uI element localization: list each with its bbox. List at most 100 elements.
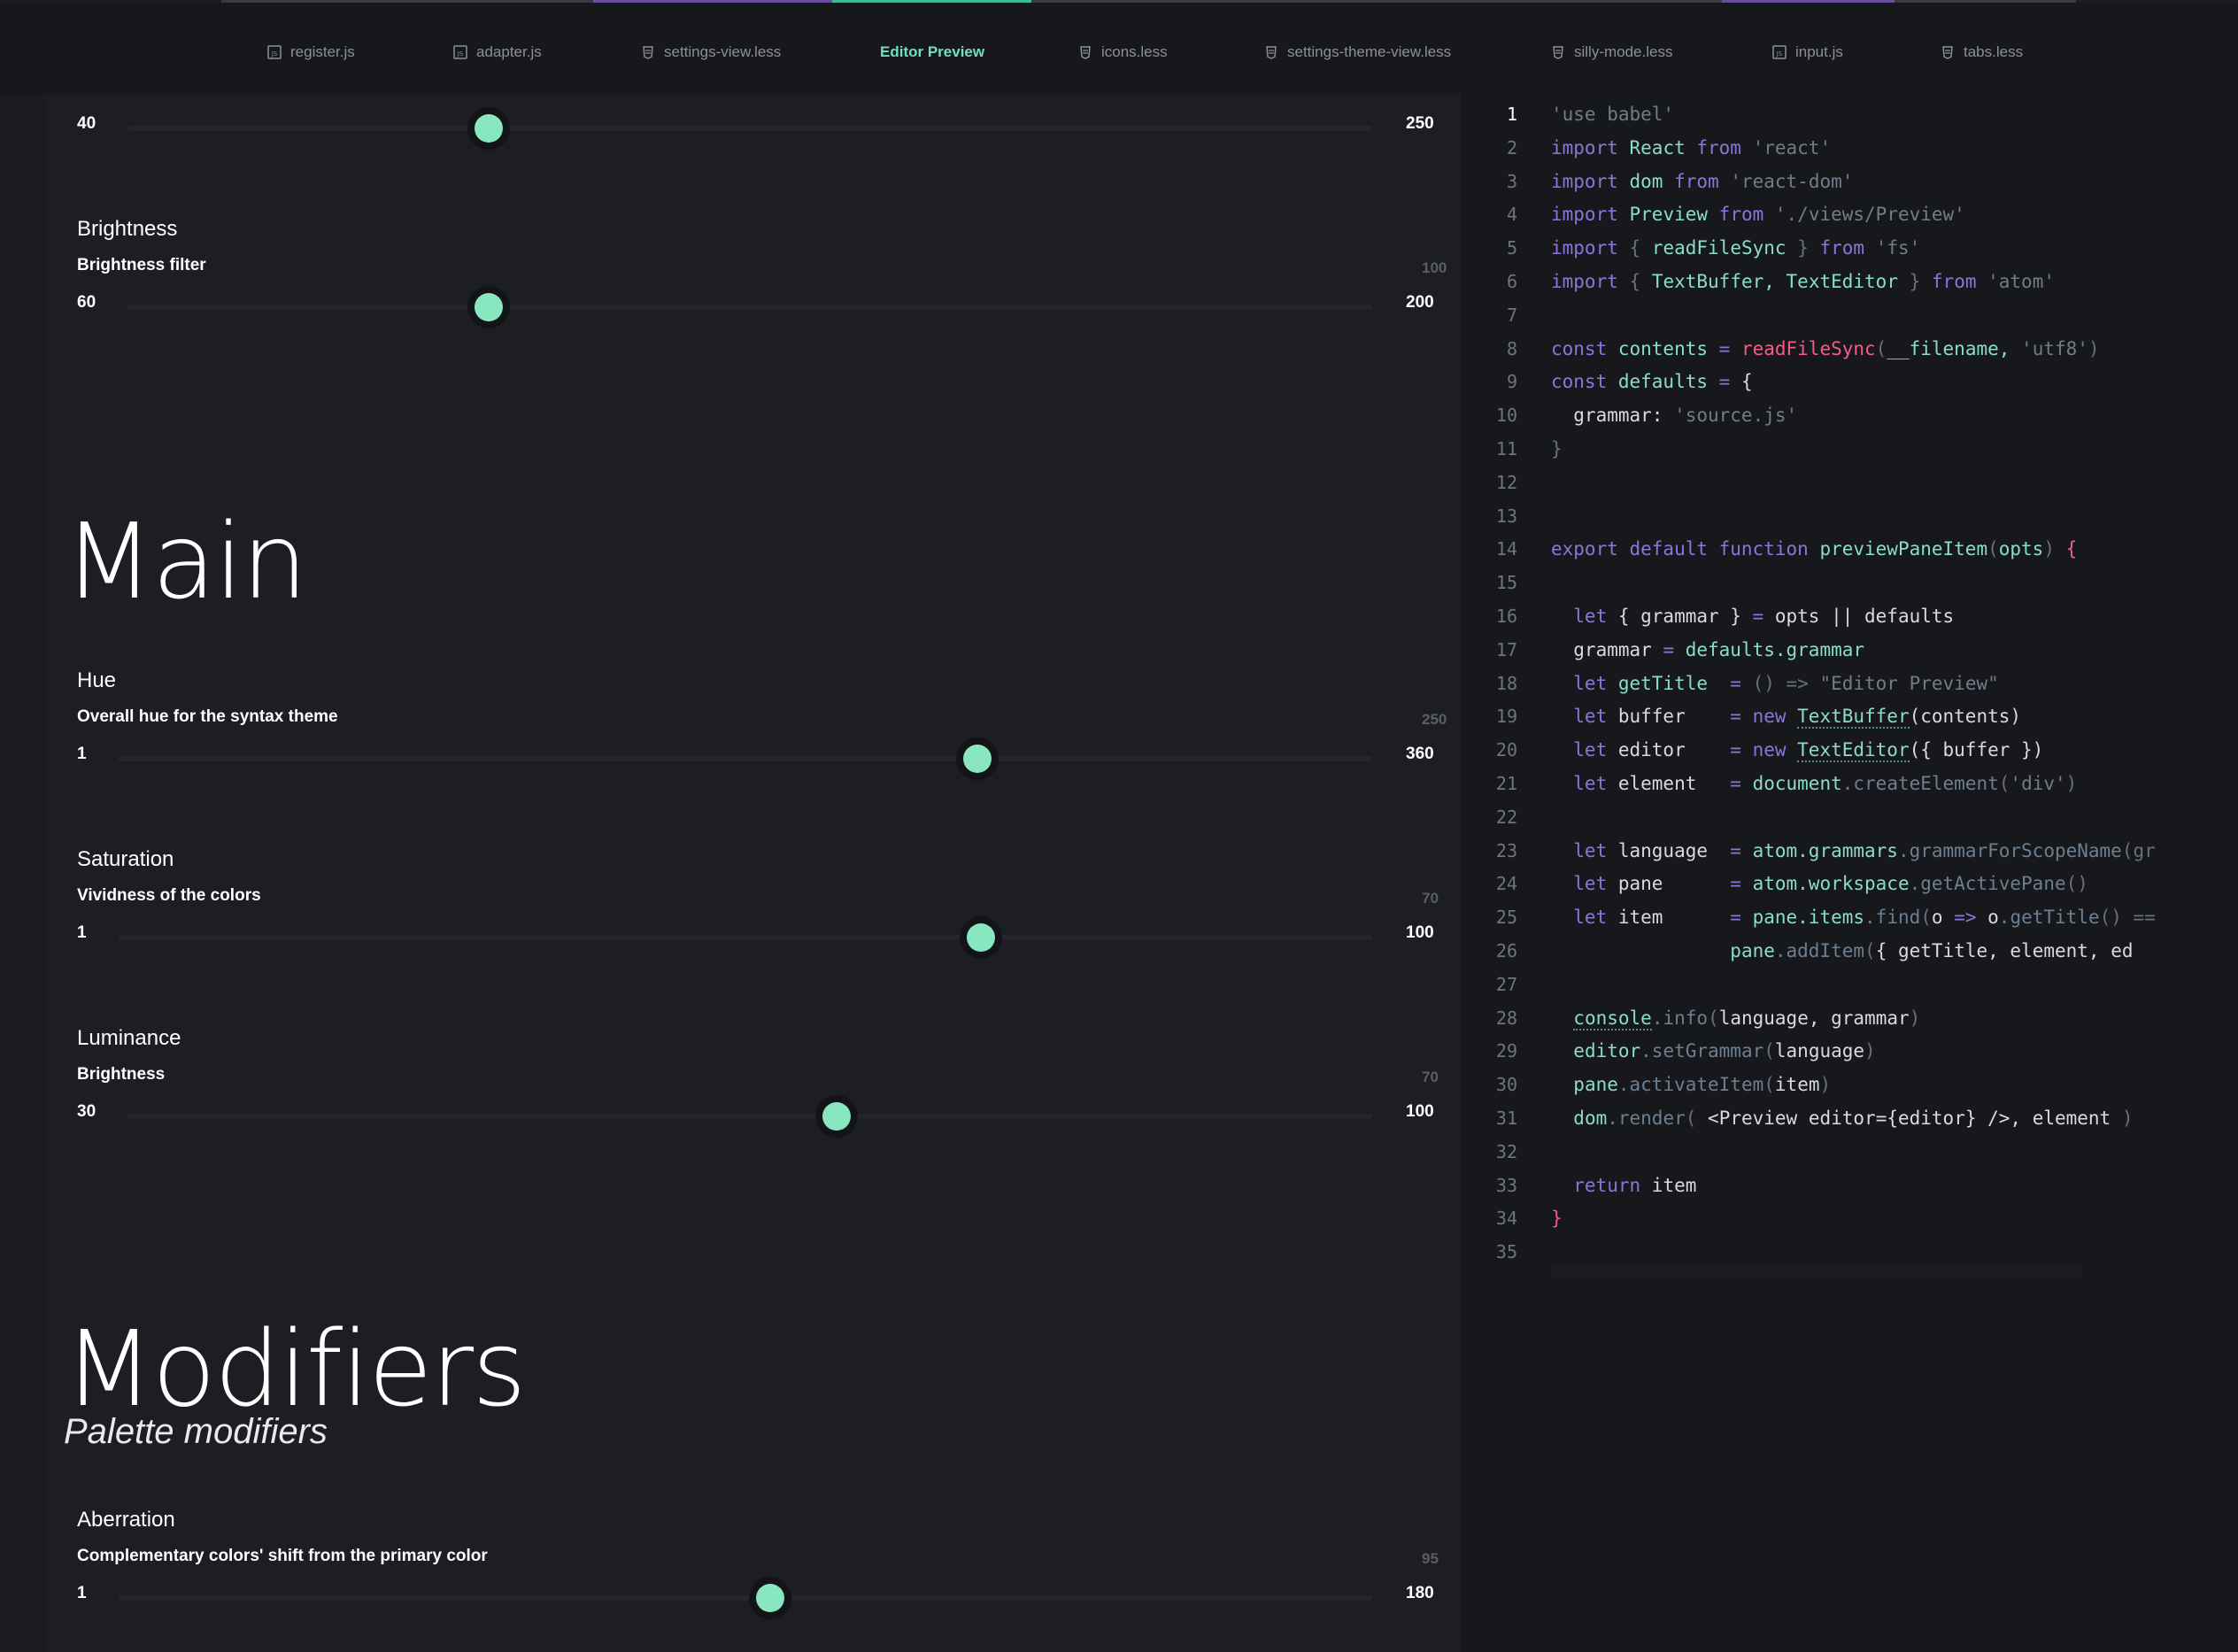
tab-icons-less[interactable]: icons.less [1078,35,1168,70]
code-line[interactable]: let getTitle = () => "Editor Preview" [1551,673,1998,694]
code-line[interactable]: import { readFileSync } from 'fs' [1551,237,1920,259]
line-number: 18 [1495,672,1517,694]
luminance-slider[interactable] [127,1102,1372,1131]
tab-tabs-less[interactable]: tabs.less [1941,35,2023,70]
code-line[interactable]: } [1551,1208,1563,1229]
slider-thumb[interactable] [474,293,503,321]
saturation-current: 70 [1422,890,1439,907]
tab-settings-view-less[interactable]: settings-view.less [641,35,781,70]
code-line[interactable]: return item [1551,1175,1696,1196]
line-number: 32 [1495,1140,1517,1162]
saturation-max: 100 [1406,923,1434,942]
code-line[interactable]: let element = document.createElement('di… [1551,773,2077,794]
hue-slider[interactable] [119,745,1372,773]
tab-editor-preview[interactable]: Editor Preview [880,35,984,70]
code-line[interactable]: let language = atom.grammars.grammarForS… [1551,840,2156,861]
code-line[interactable]: export default function previewPaneItem(… [1551,538,2077,560]
slider-thumb[interactable] [962,745,992,773]
tab-input-js[interactable]: JS input.js [1772,35,1843,70]
section-title-modifiers: Modifiers [64,1308,527,1430]
code-line[interactable]: let item = pane.items.find(o => o.getTit… [1551,907,2156,928]
saturation-slider[interactable] [119,923,1372,952]
tab-silly-mode-less[interactable]: silly-mode.less [1551,35,1672,70]
section-title-main: Main [64,500,308,622]
css-file-icon [641,45,655,59]
code-line[interactable]: let pane = atom.workspace.getActivePane(… [1551,873,2088,894]
tab-label: Editor Preview [880,43,985,60]
brightness-min: 60 [77,293,96,312]
slider-thumb[interactable] [822,1102,852,1131]
brightness-slider[interactable] [127,293,1372,321]
line-number: 20 [1495,739,1517,761]
code-line[interactable]: let editor = new TextEditor({ buffer }) [1551,739,2043,763]
line-number: 25 [1495,907,1517,929]
code-line[interactable]: import Preview from './views/Preview' [1551,204,1965,225]
luminance-current: 70 [1422,1069,1439,1085]
code-line[interactable]: const contents = readFileSync(__filename… [1551,338,2100,359]
code-line[interactable]: } [1551,438,1563,459]
luminance-label: Luminance [77,1026,181,1050]
code-line[interactable]: console.info(language, grammar) [1551,1007,1920,1031]
aberration-slider[interactable] [119,1584,1372,1612]
code-line[interactable]: import React from 'react' [1551,137,1831,158]
hue-max: 360 [1406,745,1434,763]
code-line[interactable]: let buffer = new TextBuffer(contents) [1551,706,2021,730]
slider-thumb[interactable] [756,1584,785,1612]
line-number: 6 [1506,271,1517,292]
top-slider-track[interactable] [127,114,1372,143]
line-number: 8 [1506,337,1517,359]
line-number: 1 [1506,104,1517,125]
line-number: 24 [1495,873,1517,895]
code-line[interactable]: import dom from 'react-dom' [1551,171,1853,192]
js-file-icon: JS [1772,45,1787,59]
brightness-max: 200 [1406,293,1434,312]
line-number: 7 [1506,304,1517,326]
code-editor[interactable]: 1 2 3 4 5 6 7 8 9 10 11 12 13 14 15 16 17 18 19 20 21 22 23 24 2… [1466,95,2238,1652]
top-slider-min: 40 [77,114,96,133]
tab-register-js[interactable]: JS register.js [267,35,355,70]
tab-label: silly-mode.less [1574,43,1673,60]
code-line[interactable]: pane.activateItem(item) [1551,1074,1831,1095]
aberration-max: 180 [1406,1584,1434,1602]
line-number: 34 [1495,1208,1517,1230]
svg-text:JS: JS [1776,50,1783,58]
tab-adapter-js[interactable]: JS adapter.js [453,35,542,70]
hue-current: 250 [1422,711,1447,728]
section-subtitle-modifiers: Palette modifiers [64,1412,328,1451]
line-number: 27 [1495,973,1517,995]
line-number: 28 [1495,1007,1517,1029]
saturation-desc: Vividness of the colors [77,886,261,905]
slider-thumb[interactable] [474,114,503,143]
line-number: 9 [1506,371,1517,393]
left-edge [0,95,44,1652]
code-line[interactable]: dom.render( <Preview editor={editor} />,… [1551,1108,2133,1129]
svg-text:JS: JS [457,50,464,58]
line-number: 3 [1506,170,1517,192]
css-file-icon [1078,45,1092,59]
css-file-icon [1264,45,1278,59]
brightness-label: Brightness [77,217,178,241]
code-line[interactable]: 'use babel' [1551,104,1674,125]
tab-bar: JS register.js JS adapter.js settings-view.l… [0,3,2238,95]
code-line[interactable]: grammar: 'source.js' [1551,405,1797,426]
slider-thumb[interactable] [967,923,996,952]
line-number: 16 [1495,606,1517,627]
code-line[interactable]: grammar = defaults.grammar [1551,639,1864,660]
line-number: 15 [1495,572,1517,594]
js-file-icon: JS [453,45,467,59]
aberration-current: 95 [1422,1550,1439,1567]
line-number: 4 [1506,204,1517,226]
end-of-file-highlight [1551,1263,2082,1279]
tab-label: icons.less [1101,43,1168,60]
tab-settings-theme-view-less[interactable]: settings-theme-view.less [1264,35,1451,70]
saturation-label: Saturation [77,847,174,871]
code-line[interactable]: pane.addItem({ getTitle, element, ed [1551,940,2133,961]
tab-label: register.js [290,43,355,60]
tab-label: settings-theme-view.less [1287,43,1452,60]
code-line[interactable]: editor.setGrammar(language) [1551,1040,1875,1061]
code-line[interactable]: import { TextBuffer, TextEditor } from '… [1551,271,2055,292]
code-line[interactable]: let { grammar } = opts || defaults [1551,606,1954,627]
luminance-min: 30 [77,1102,96,1121]
code-line[interactable]: const defaults = { [1551,371,1753,392]
brightness-current: 100 [1422,259,1447,276]
